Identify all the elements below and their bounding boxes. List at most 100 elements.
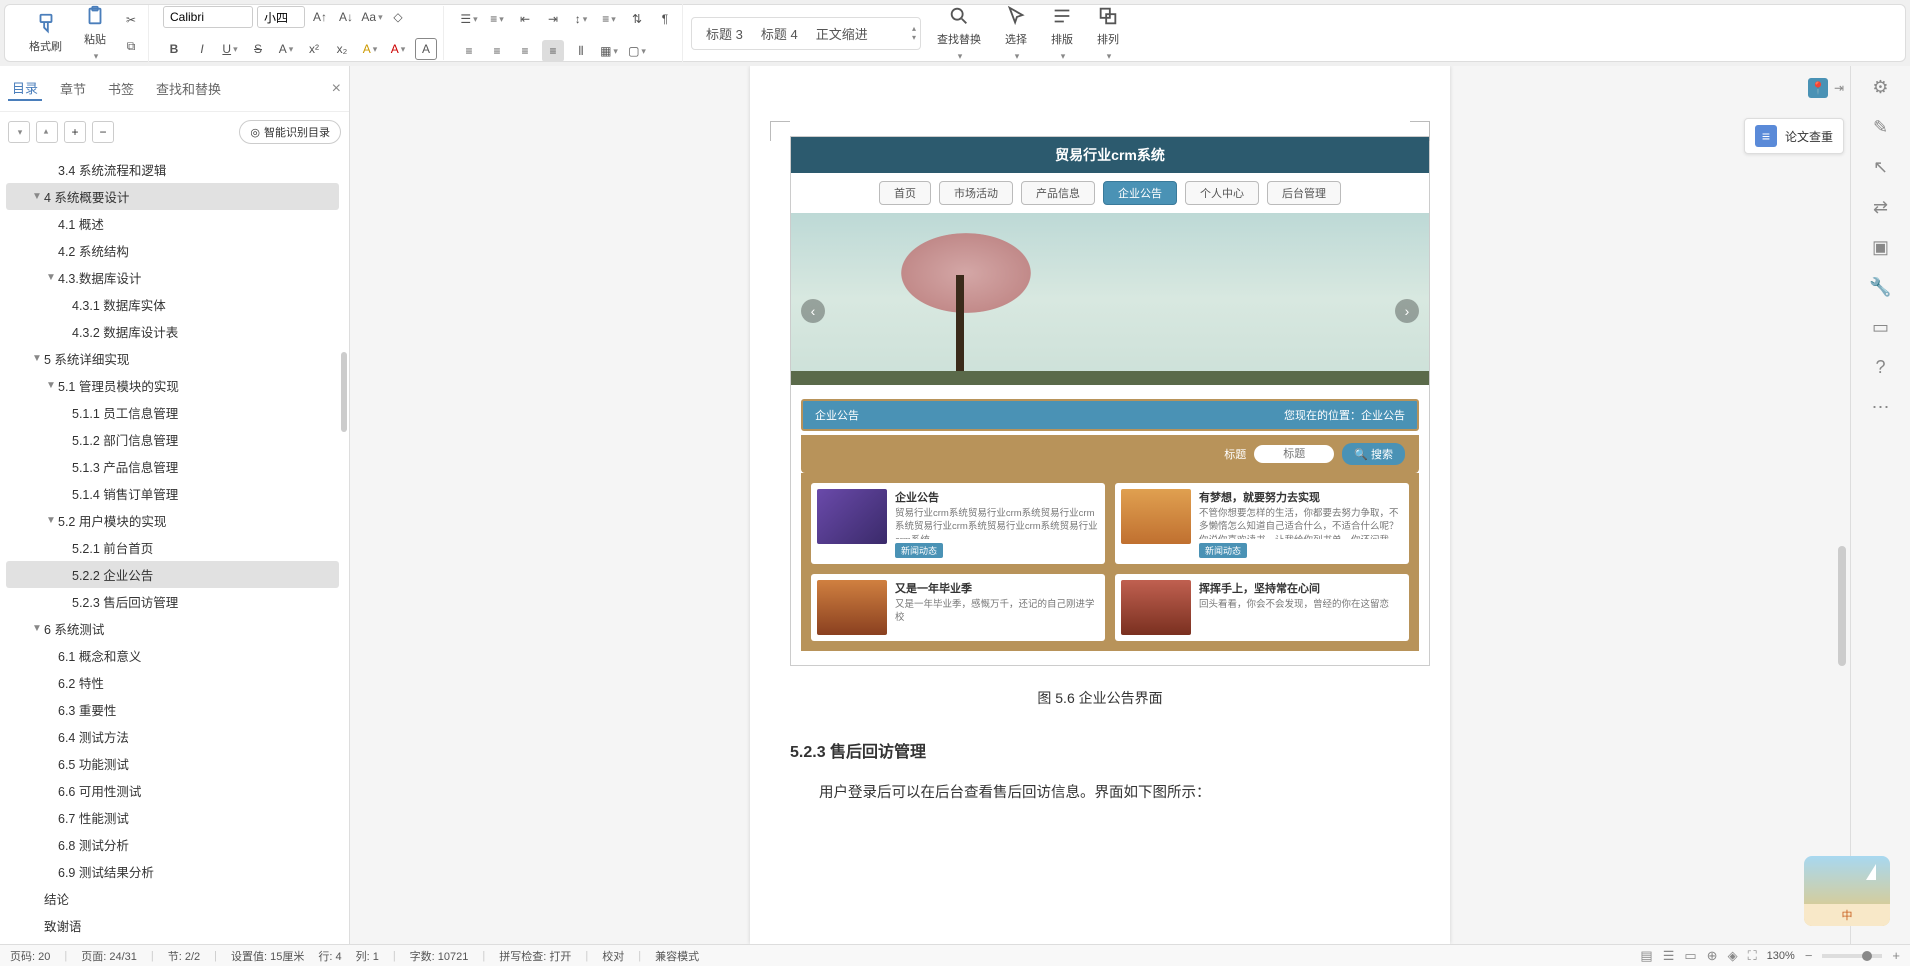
outline-node[interactable]: 4.1 概述 — [6, 210, 339, 237]
collapse-rail-icon[interactable]: ⇥ — [1834, 81, 1844, 95]
flow-icon[interactable]: ⇄ — [1870, 196, 1892, 218]
outline-node[interactable]: ▼4.3.数据库设计 — [6, 264, 339, 291]
document-viewport[interactable]: 贸易行业crm系统 首页市场活动产品信息企业公告个人中心后台管理 ‹ › 企业公… — [350, 66, 1850, 944]
increase-font-icon[interactable]: A↑ — [309, 6, 331, 28]
outline-node[interactable]: ▼4 系统概要设计 — [6, 183, 339, 210]
outline-node[interactable]: 6.8 测试分析 — [6, 831, 339, 858]
view-focus-icon[interactable]: ◈ — [1728, 948, 1738, 964]
subscript-icon[interactable]: x₂ — [331, 38, 353, 60]
outline-node[interactable]: 5.2.3 售后回访管理 — [6, 588, 339, 615]
line-spacing-icon[interactable]: ≡ — [598, 8, 620, 30]
borders-icon[interactable]: ▢ — [626, 40, 648, 62]
shading-icon[interactable]: ▦ — [598, 40, 620, 62]
bullets-icon[interactable]: ☰ — [458, 8, 480, 30]
char-border-icon[interactable]: A — [415, 38, 437, 60]
outline-node[interactable]: 6.5 功能测试 — [6, 750, 339, 777]
doc-scrollbar-thumb[interactable] — [1838, 546, 1846, 666]
outline-node[interactable]: 5.1.2 部门信息管理 — [6, 426, 339, 453]
outline-level-up[interactable] — [36, 121, 58, 143]
outline-node[interactable]: ▼5 系统详细实现 — [6, 345, 339, 372]
style-more-icon[interactable]: ▴▾ — [912, 24, 916, 42]
highlight-icon[interactable]: A — [359, 38, 381, 60]
outline-node[interactable]: 致谢语 — [6, 912, 339, 939]
outline-node[interactable]: 5.2.1 前台首页 — [6, 534, 339, 561]
pin-icon[interactable]: 📍 — [1808, 78, 1828, 98]
view-outline-icon[interactable]: ☰ — [1663, 948, 1675, 964]
distribute-icon[interactable]: ⫴ — [570, 40, 592, 62]
view-full-icon[interactable]: ⛶ — [1748, 948, 1757, 964]
outline-node[interactable]: 6.2 特性 — [6, 669, 339, 696]
view-read-icon[interactable]: ▭ — [1684, 948, 1696, 964]
format-brush-button[interactable]: 格式刷 — [21, 12, 70, 54]
tab-toc[interactable]: 目录 — [8, 76, 42, 101]
outline-node[interactable]: 6.1 概念和意义 — [6, 642, 339, 669]
tree-scrollbar-thumb[interactable] — [341, 352, 347, 432]
text-direction-icon[interactable]: ↕ — [570, 8, 592, 30]
more-icon[interactable]: ⋯ — [1870, 396, 1892, 418]
strike-icon[interactable]: S — [247, 38, 269, 60]
italic-icon[interactable]: I — [191, 38, 213, 60]
image-icon[interactable]: ▣ — [1870, 236, 1892, 258]
paste-button[interactable]: 粘贴 — [76, 5, 114, 62]
outline-node[interactable]: ▼6 系统测试 — [6, 615, 339, 642]
zoom-out-icon[interactable]: − — [1805, 948, 1813, 963]
smart-toc-button[interactable]: ◎ 智能识别目录 — [239, 120, 341, 144]
help-icon[interactable]: ? — [1870, 356, 1892, 378]
pencil-icon[interactable]: ✎ — [1870, 116, 1892, 138]
outline-node[interactable]: 6.9 测试结果分析 — [6, 858, 339, 885]
style-gallery[interactable]: 标题 3 标题 4 正文缩进 ▴▾ — [691, 17, 921, 50]
find-replace-button[interactable]: 查找替换 — [929, 5, 989, 62]
decrease-indent-icon[interactable]: ⇤ — [514, 8, 536, 30]
align-justify-icon[interactable]: ≡ — [542, 40, 564, 62]
outline-node[interactable]: 5.1.1 员工信息管理 — [6, 399, 339, 426]
increase-indent-icon[interactable]: ⇥ — [542, 8, 564, 30]
decrease-font-icon[interactable]: A↓ — [335, 6, 357, 28]
close-outline-icon[interactable]: × — [332, 80, 341, 98]
outline-node[interactable]: ▼5.2 用户模块的实现 — [6, 507, 339, 534]
change-case-icon[interactable]: Aa — [361, 6, 383, 28]
bold-icon[interactable]: B — [163, 38, 185, 60]
align-right-icon[interactable]: ≡ — [514, 40, 536, 62]
cut-icon[interactable]: ✂ — [120, 9, 142, 31]
zoom-in-icon[interactable]: + — [1892, 948, 1900, 963]
outline-node[interactable]: 6.3 重要性 — [6, 696, 339, 723]
outline-add-button[interactable]: + — [64, 121, 86, 143]
numbering-icon[interactable]: ≡ — [486, 8, 508, 30]
view-print-icon[interactable]: ▤ — [1640, 948, 1652, 964]
view-web-icon[interactable]: ⊕ — [1707, 948, 1718, 964]
copy-icon[interactable]: ⧉ — [120, 35, 142, 57]
text-effects-icon[interactable]: A — [275, 38, 297, 60]
clear-format-icon[interactable]: ◇ — [387, 6, 409, 28]
select-button[interactable]: 选择 — [997, 5, 1035, 62]
outline-node[interactable]: 5.2.2 企业公告 — [6, 561, 339, 588]
wrench-icon[interactable]: 🔧 — [1870, 276, 1892, 298]
tab-find[interactable]: 查找和替换 — [152, 77, 225, 100]
settings-icon[interactable]: ⚙ — [1870, 76, 1892, 98]
tab-chapters[interactable]: 章节 — [56, 77, 90, 100]
outline-node[interactable]: 6.7 性能测试 — [6, 804, 339, 831]
outline-node[interactable]: 4.3.2 数据库设计表 — [6, 318, 339, 345]
outline-node[interactable]: 结论 — [6, 885, 339, 912]
align-left-icon[interactable]: ≡ — [458, 40, 480, 62]
style-heading-4[interactable]: 标题 4 — [761, 24, 798, 43]
tab-bookmarks[interactable]: 书签 — [104, 77, 138, 100]
outline-node[interactable]: 6.6 可用性测试 — [6, 777, 339, 804]
outline-node[interactable]: 4.3.1 数据库实体 — [6, 291, 339, 318]
show-marks-icon[interactable]: ¶ — [654, 8, 676, 30]
promo-widget[interactable]: 中 — [1804, 856, 1890, 926]
paper-check-button[interactable]: ≡ 论文查重 — [1744, 118, 1844, 154]
outline-node[interactable]: 6.4 测试方法 — [6, 723, 339, 750]
outline-node[interactable]: 4.2 系统结构 — [6, 237, 339, 264]
cursor-icon[interactable]: ↖ — [1870, 156, 1892, 178]
font-size-input[interactable] — [257, 6, 305, 28]
arrange-button[interactable]: 排列 — [1089, 5, 1127, 62]
font-name-input[interactable] — [163, 6, 253, 28]
outline-node[interactable]: 3.4 系统流程和逻辑 — [6, 156, 339, 183]
align-center-icon[interactable]: ≡ — [486, 40, 508, 62]
outline-level-down[interactable] — [8, 121, 30, 143]
outline-node[interactable]: ▼5.1 管理员模块的实现 — [6, 372, 339, 399]
font-color-icon[interactable]: A — [387, 38, 409, 60]
outline-node[interactable]: 5.1.4 销售订单管理 — [6, 480, 339, 507]
book-icon[interactable]: ▭ — [1870, 316, 1892, 338]
underline-icon[interactable]: U — [219, 38, 241, 60]
